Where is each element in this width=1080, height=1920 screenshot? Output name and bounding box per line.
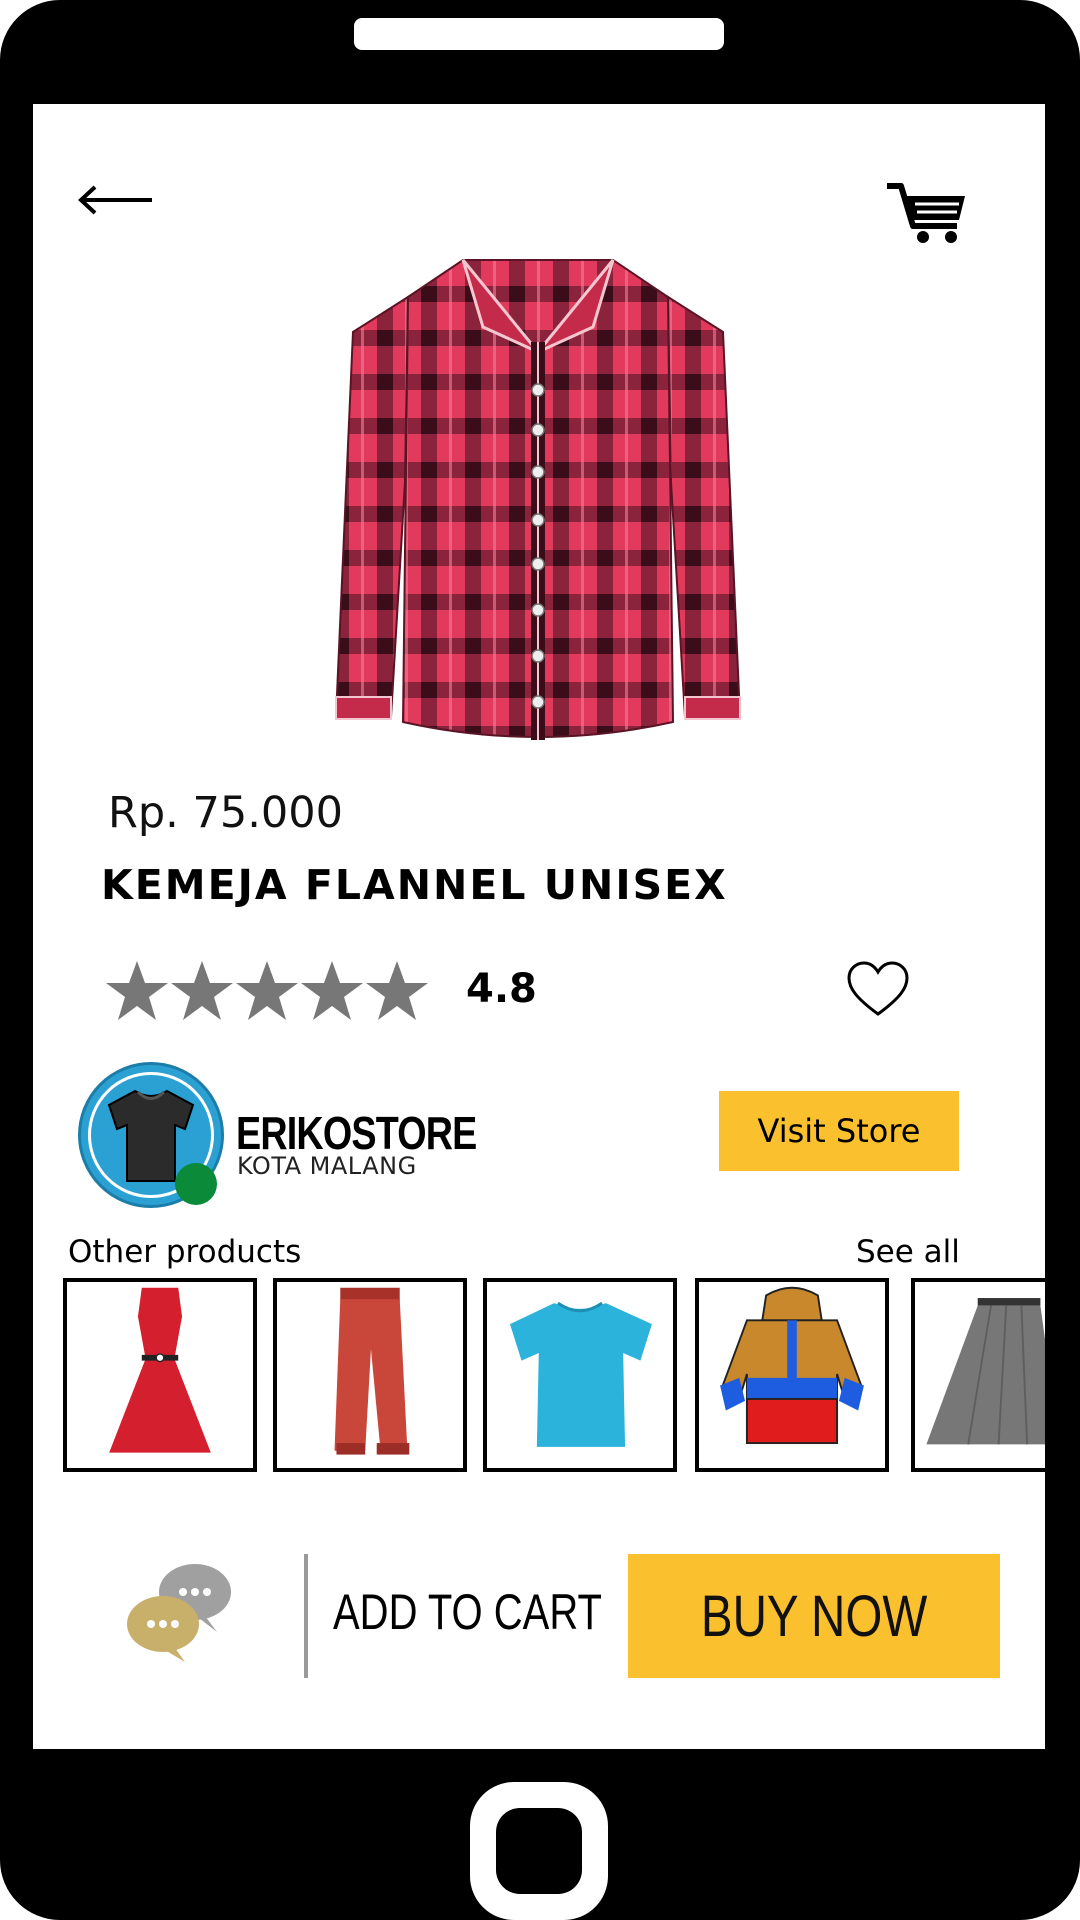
product-name: KEMEJA FLANNEL UNISEX [101, 861, 728, 909]
product-thumbnail-skirt[interactable] [911, 1278, 1045, 1472]
arrow-left-icon [78, 185, 152, 215]
star-icon [366, 961, 428, 1020]
buy-now-label: BUY NOW [700, 1583, 928, 1649]
store-city: KOTA MALANG [237, 1152, 417, 1180]
buy-now-button[interactable]: BUY NOW [628, 1554, 1000, 1678]
product-price: Rp. 75.000 [108, 788, 343, 838]
phone-frame: Rp. 75.000 KEMEJA FLANNEL UNISEX 4.8 ERI… [0, 0, 1080, 1920]
red-dress-image [109, 1287, 211, 1453]
product-image [333, 242, 743, 742]
star-icon [106, 961, 168, 1020]
chat-bubbles-icon [127, 1564, 231, 1662]
other-products-title: Other products [68, 1234, 302, 1270]
flannel-shirt-image [334, 259, 742, 740]
home-button[interactable] [470, 1782, 608, 1920]
red-trousers-image [334, 1287, 410, 1455]
rating-stars [105, 958, 435, 1028]
star-icon [171, 961, 233, 1020]
app-screen: Rp. 75.000 KEMEJA FLANNEL UNISEX 4.8 ERI… [33, 104, 1045, 1749]
star-icon [236, 961, 298, 1020]
see-all-link[interactable]: See all [856, 1234, 960, 1270]
product-thumbnail-dress[interactable] [63, 1278, 257, 1472]
add-to-cart-button[interactable]: ADD TO CART [333, 1577, 602, 1647]
favorite-button[interactable] [846, 960, 910, 1020]
shopping-cart-icon [887, 183, 965, 243]
product-thumbnail-trousers[interactable] [273, 1278, 467, 1472]
product-thumbnail-tshirt[interactable] [483, 1278, 677, 1472]
heart-outline-icon [847, 961, 909, 1016]
visit-store-button[interactable]: Visit Store [719, 1091, 959, 1171]
rating-value: 4.8 [466, 966, 537, 1012]
cart-button[interactable] [885, 182, 967, 246]
gray-skirt-image [926, 1298, 1045, 1445]
blue-tshirt-image [510, 1301, 652, 1447]
online-status-dot [175, 1163, 217, 1205]
back-button[interactable] [75, 180, 155, 220]
phone-speaker [354, 18, 724, 50]
chat-button[interactable] [125, 1562, 237, 1664]
hoodie-jacket-image [720, 1286, 864, 1445]
bottom-bar-divider [304, 1554, 308, 1678]
product-thumbnail-hoodie[interactable] [695, 1278, 889, 1472]
star-icon [301, 961, 363, 1020]
